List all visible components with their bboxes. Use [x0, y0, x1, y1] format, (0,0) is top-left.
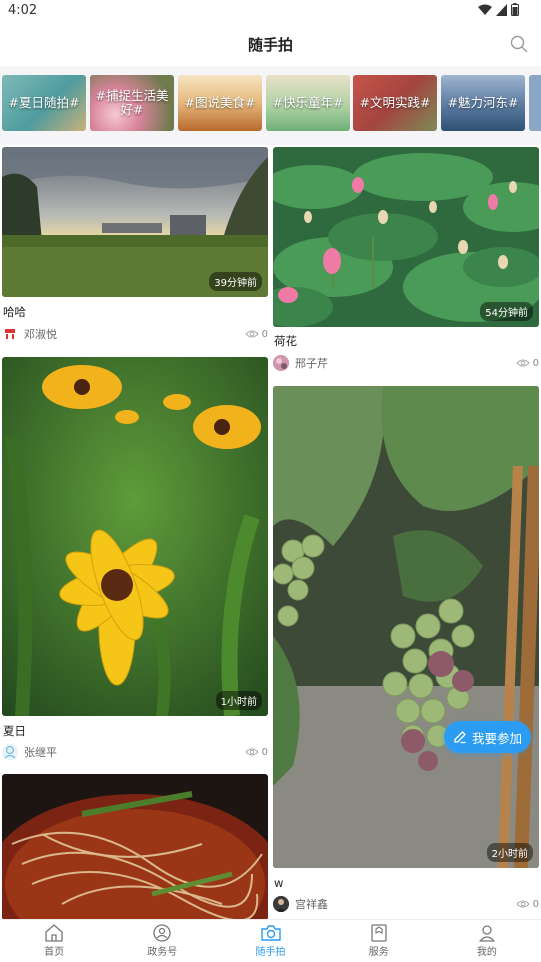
search-icon[interactable]: [509, 34, 529, 54]
eye-icon: [244, 748, 259, 756]
gov-icon: [153, 924, 171, 942]
avatar: [2, 326, 18, 342]
signal-icon: [496, 3, 507, 16]
status-time: 4:02: [8, 3, 38, 18]
tab-service[interactable]: 服务: [325, 920, 433, 962]
post-meta: 邢子芹 0: [273, 355, 539, 371]
post-views: 0: [515, 357, 539, 369]
post-views: 0: [244, 328, 268, 340]
post-author: 张继平: [24, 746, 57, 759]
home-icon: [45, 924, 63, 942]
eye-icon: [515, 900, 530, 908]
post-card[interactable]: 2小时前 w 宫祥鑫 0: [273, 386, 539, 916]
post-title: 哈哈: [3, 305, 26, 319]
post-author: 邓淑悦: [24, 328, 57, 341]
tab-label: 首页: [44, 947, 65, 958]
post-image: 54分钟前: [273, 147, 539, 327]
topic-label: #文明实践#: [359, 95, 431, 110]
tab-gov[interactable]: 政务号: [108, 920, 216, 962]
tab-home[interactable]: 首页: [0, 920, 108, 962]
tab-label: 随手拍: [255, 947, 286, 958]
topic-card-summer[interactable]: #夏日随拍#: [2, 75, 86, 131]
post-image: 1小时前: [2, 357, 268, 716]
camera-icon: [260, 925, 281, 941]
join-button-label: 我要参加: [471, 730, 522, 746]
post-title: 荷花: [274, 334, 297, 348]
post-meta: 邓淑悦 0: [2, 326, 268, 342]
eye-icon: [244, 330, 259, 338]
battery-icon: [511, 3, 519, 16]
post-time: 2小时前: [486, 843, 533, 862]
topic-label: #快乐童年#: [272, 95, 344, 110]
post-image: 39分钟前: [2, 147, 268, 297]
post-views-count: 0: [261, 746, 268, 758]
post-title: 夏日: [3, 724, 26, 738]
tab-profile[interactable]: 我的: [433, 920, 541, 962]
post-time: 39分钟前: [209, 272, 262, 291]
post-views: 0: [244, 746, 268, 758]
topic-label: #夏日随拍#: [8, 95, 80, 110]
topic-label: #捕捉生活美好#: [95, 88, 169, 117]
topic-card-food[interactable]: #图说美食#: [178, 75, 262, 131]
post-card[interactable]: 39分钟前 哈哈 邓淑悦 0: [2, 147, 268, 347]
post-meta: 张继平 0: [2, 744, 268, 760]
page-title: 随手拍: [247, 35, 293, 54]
post-views-count: 0: [261, 328, 268, 340]
post-views-count: 0: [532, 898, 539, 910]
post-time: 54分钟前: [480, 302, 533, 321]
wifi-icon: [478, 4, 492, 15]
tab-label: 政务号: [147, 947, 178, 958]
topic-card-life[interactable]: #捕捉生活美好#: [90, 75, 174, 131]
tab-snapshot[interactable]: 随手拍: [216, 920, 324, 962]
post-views-count: 0: [532, 357, 539, 369]
post-author: 宫祥鑫: [295, 898, 328, 911]
tab-label: 我的: [476, 947, 497, 958]
join-button[interactable]: 我要参加: [444, 721, 531, 753]
post-image: 2小时前: [273, 386, 539, 868]
service-icon: [371, 924, 387, 942]
post-card[interactable]: 1小时前 夏日 张继平 0: [2, 357, 268, 762]
post-time: 1小时前: [215, 691, 262, 710]
topic-card-civilization[interactable]: #文明实践#: [353, 75, 437, 131]
app-bar: 随手拍: [0, 22, 541, 67]
topic-label: #图说美食#: [184, 95, 256, 110]
eye-icon: [515, 359, 530, 367]
avatar: [273, 896, 289, 912]
post-meta: 宫祥鑫 0: [273, 896, 539, 912]
edit-icon: [454, 731, 466, 744]
tab-label: 服务: [368, 947, 389, 958]
post-card[interactable]: 54分钟前 荷花 邢子芹 0: [273, 147, 539, 372]
avatar: [273, 355, 289, 371]
topic-card-hedong[interactable]: #魅力河东#: [441, 75, 525, 131]
status-icons: [478, 3, 519, 16]
post-author: 邢子芹: [295, 357, 328, 370]
profile-icon: [479, 925, 495, 942]
topic-label: #魅力河东#: [447, 95, 519, 110]
post-card[interactable]: [2, 774, 268, 920]
status-bar: 4:02: [0, 0, 541, 22]
post-views: 0: [515, 898, 539, 910]
avatar: [2, 744, 18, 760]
topic-card-childhood[interactable]: #快乐童年#: [266, 75, 350, 131]
bottom-tab-bar: 首页 政务号 随手拍 服务 我的: [0, 919, 541, 962]
topic-strip: #夏日随拍# #捕捉生活美好# #图说美食# #快乐童年# #文明实践# #魅力…: [0, 66, 541, 145]
topic-card-more[interactable]: [529, 75, 541, 131]
post-image: [2, 774, 268, 920]
post-title: w: [274, 876, 284, 890]
